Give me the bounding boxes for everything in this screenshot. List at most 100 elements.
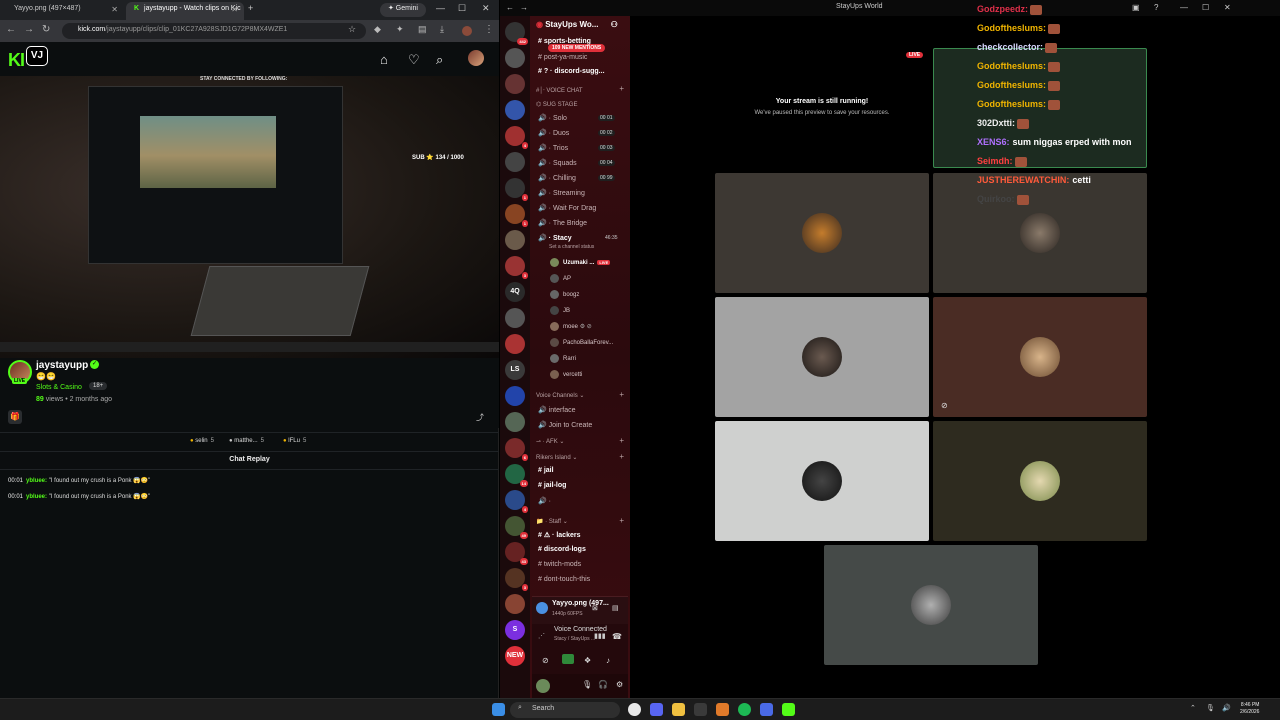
category-voice-chat[interactable]: #│⸱ VOICE CHAT xyxy=(536,86,583,94)
app-icon[interactable] xyxy=(760,703,773,716)
voice-channel-interface[interactable]: 🔊 interface xyxy=(538,406,576,414)
discord-icon[interactable] xyxy=(650,703,663,716)
server-icon[interactable] xyxy=(505,308,525,328)
extension-icon[interactable]: ◆ xyxy=(374,24,381,35)
server-name[interactable]: ◉ StayUps Wo... ⚇ xyxy=(536,20,618,29)
server-icon[interactable]: 14 xyxy=(505,464,528,487)
voice-channel-chilling[interactable]: 🔊 · Chilling xyxy=(538,174,576,182)
profile-avatar[interactable] xyxy=(462,26,472,36)
store-icon[interactable]: ⌂ xyxy=(380,52,388,67)
participant-tile[interactable] xyxy=(824,545,1038,665)
kick-logo[interactable]: KI xyxy=(8,50,25,71)
gemini-button[interactable]: ✦ Gemini xyxy=(380,3,426,17)
voice-user[interactable]: Rarri xyxy=(550,354,576,363)
gifter-item[interactable]: ● lFLu 5 xyxy=(283,438,306,444)
channel-post-ya-music[interactable]: # post-ya-music xyxy=(538,54,587,61)
participant-tile[interactable] xyxy=(715,173,929,293)
chrome-icon[interactable] xyxy=(628,703,641,716)
voice-channel-the-bridge[interactable]: 🔊 · The Bridge xyxy=(538,219,587,227)
channel-status[interactable]: Set a channel status xyxy=(549,244,594,250)
add-friend-icon[interactable]: ⚇ xyxy=(611,20,618,29)
add-channel-icon[interactable]: + xyxy=(619,452,624,461)
close-icon[interactable]: ✕ xyxy=(111,5,118,14)
close-icon[interactable]: ✕ xyxy=(231,5,238,14)
camera-off-icon[interactable]: ⊘ xyxy=(542,656,549,665)
chat-user[interactable]: ybluee: xyxy=(26,494,47,500)
server-icon[interactable] xyxy=(505,230,525,250)
voice-user[interactable]: vercetti xyxy=(550,370,582,379)
chat-user[interactable]: ybluee: xyxy=(26,478,47,484)
server-icon[interactable]: S xyxy=(505,620,525,640)
voice-channel-join-to-create[interactable]: 🔊 Join to Create xyxy=(538,421,592,429)
voice-channel-duos[interactable]: 🔊 · Duos xyxy=(538,129,569,137)
server-icon[interactable] xyxy=(505,386,525,406)
media-icon[interactable]: ▤ xyxy=(418,24,427,35)
voice-channel-wait-for-drag[interactable]: 🔊 · Wait For Drag xyxy=(538,204,596,212)
disconnect-icon[interactable]: ☎ xyxy=(612,632,622,641)
gifter-item[interactable]: ● matthe... 5 xyxy=(229,438,264,444)
screenshare-icon[interactable] xyxy=(562,654,574,664)
server-icon[interactable]: 3 xyxy=(505,256,528,279)
voice-channel-squads[interactable]: 🔊 · Squads xyxy=(538,159,577,167)
share-icon[interactable]: ⤴ xyxy=(476,412,484,423)
server-icon[interactable]: 4Q xyxy=(505,282,525,302)
server-icon[interactable]: 4 xyxy=(505,490,528,513)
mic-icon[interactable]: 🎙 xyxy=(1206,704,1215,712)
category-link[interactable]: Slots & Casino xyxy=(36,384,82,391)
gear-icon[interactable]: ⚙ xyxy=(616,680,623,689)
gifter-item[interactable]: ● selin 5 xyxy=(190,438,214,444)
category-afk[interactable]: ⇀ · AFK ⌄ xyxy=(536,438,564,445)
puzzle-icon[interactable]: ✦ xyxy=(396,24,404,35)
server-icon[interactable]: LS xyxy=(505,360,525,380)
server-icon[interactable] xyxy=(505,152,525,172)
close-window-icon[interactable]: ✕ xyxy=(482,3,490,14)
server-icon[interactable]: 442 xyxy=(505,22,528,45)
add-channel-icon[interactable]: + xyxy=(619,436,624,445)
file-explorer-icon[interactable] xyxy=(672,703,685,716)
reload-icon[interactable]: ↻ xyxy=(42,24,50,35)
channel-sports-betting[interactable]: # sports-betting xyxy=(538,38,591,45)
server-icon[interactable]: 4 xyxy=(505,126,528,149)
stop-stream-icon[interactable]: ⊠ xyxy=(592,604,598,612)
server-icon[interactable]: 49 xyxy=(505,516,528,539)
voice-user[interactable]: moee ⚙ ⊘ xyxy=(550,322,592,331)
voice-user[interactable]: Uzumaki ... LIVE xyxy=(550,258,611,267)
channel-dont-touch-this[interactable]: # dont-touch-this xyxy=(538,576,590,583)
participant-tile[interactable]: ⊘ xyxy=(933,297,1147,417)
channel-jail[interactable]: # jail xyxy=(538,467,554,474)
app-icon[interactable] xyxy=(716,703,729,716)
menu-icon[interactable]: ⋮ xyxy=(484,24,494,35)
server-icon[interactable]: 43 xyxy=(505,542,528,565)
voice-connected-sub[interactable]: Stacy / StayUps ... xyxy=(554,636,595,642)
download-icon[interactable]: ⤓ xyxy=(440,24,444,35)
maximize-icon[interactable]: ☐ xyxy=(458,3,466,14)
channel-jail-log[interactable]: # jail-log xyxy=(538,482,566,489)
minimize-icon[interactable]: — xyxy=(436,3,445,13)
server-icon[interactable] xyxy=(505,594,525,614)
participant-tile[interactable] xyxy=(715,421,929,541)
server-icon[interactable]: NEW xyxy=(505,646,525,666)
heart-icon[interactable]: ♡ xyxy=(408,52,420,68)
category-rikers[interactable]: Rikers Island ⌄ xyxy=(536,454,577,461)
server-icon[interactable]: 1 xyxy=(505,204,528,227)
gift-icon[interactable]: 🎁 xyxy=(8,410,22,424)
channel-lackers[interactable]: # ⚠ · lackers xyxy=(538,531,580,539)
channel-name[interactable]: jaystayupp xyxy=(36,360,88,371)
search-icon[interactable]: ⌕ xyxy=(436,52,443,68)
activities-icon[interactable]: ❖ xyxy=(584,656,591,665)
streaming-card[interactable]: Yayyo.png (497... 1440p 60FPS ⊠ ▤ xyxy=(532,596,628,624)
server-icon[interactable] xyxy=(505,100,525,120)
voice-channel-solo[interactable]: 🔊 · Solo xyxy=(538,114,567,122)
add-channel-icon[interactable]: + xyxy=(619,516,624,525)
server-icon[interactable] xyxy=(505,412,525,432)
voice-user[interactable]: AP xyxy=(550,274,571,283)
avatar[interactable] xyxy=(468,50,484,66)
noise-icon[interactable]: ▮▮▮ xyxy=(594,632,606,640)
channel-discord-logs[interactable]: # discord-logs xyxy=(538,546,586,553)
browser-tab[interactable]: Yayyo.png (497×487) ✕ xyxy=(6,2,124,20)
back-icon[interactable]: ← xyxy=(506,3,514,12)
video-player[interactable]: STAY CONNECTED BY FOLLOWING: SUB ⭐ 134 /… xyxy=(0,76,499,358)
soundboard-icon[interactable]: ♪ xyxy=(606,656,610,665)
spotify-icon[interactable] xyxy=(738,703,751,716)
forward-icon[interactable]: → xyxy=(24,24,34,35)
